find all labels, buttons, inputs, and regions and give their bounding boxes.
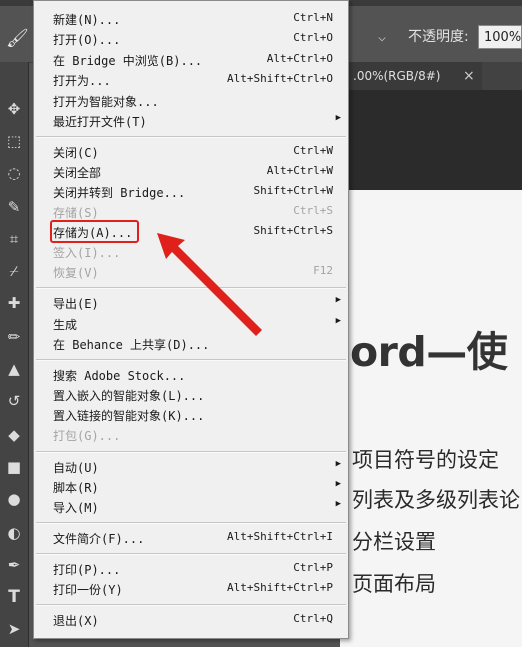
submenu-arrow-icon: ▶ xyxy=(335,499,341,509)
menu-item-generate[interactable]: 生成 ▶ xyxy=(53,314,343,334)
eraser-icon[interactable]: ◆ xyxy=(0,424,28,446)
menu-separator xyxy=(36,451,346,453)
healing-brush-icon[interactable]: ✚ xyxy=(0,292,28,314)
type-tool-icon[interactable]: T xyxy=(0,586,28,608)
menu-item-save[interactable]: 存储(S) Ctrl+S xyxy=(53,202,343,222)
submenu-arrow-icon: ▶ xyxy=(335,113,341,123)
file-menu: 新建(N)... Ctrl+N 打开(O)... Ctrl+O 在 Bridge 中… xyxy=(33,0,349,639)
menu-item-browse-bridge[interactable]: 在 Bridge 中浏览(B)... Alt+Ctrl+O xyxy=(53,50,343,70)
menu-item-revert[interactable]: 恢复(V) F12 xyxy=(53,262,343,282)
brush-tool-icon[interactable]: ✏ xyxy=(0,326,28,348)
menu-item-share-behance[interactable]: 在 Behance 上共享(D)... xyxy=(53,334,343,354)
document-line: 分栏设置 xyxy=(352,530,436,554)
menu-item-package[interactable]: 打包(G)... xyxy=(53,425,343,445)
tools-panel: ✥ ⬚ ◌ ✎ ⌗ ⌿ ✚ ✏ ▲ ↺ ◆ ■ ● ◐ ✒ T ➤ xyxy=(0,62,29,647)
gradient-icon[interactable]: ■ xyxy=(0,456,28,478)
submenu-arrow-icon: ▶ xyxy=(335,479,341,489)
crop-tool-icon[interactable]: ⌗ xyxy=(0,228,28,250)
menu-item-print-one[interactable]: 打印一份(Y) Alt+Shift+Ctrl+P xyxy=(53,579,343,599)
opacity-label: 不透明度: xyxy=(408,29,469,45)
eyedropper-icon[interactable]: ⌿ xyxy=(0,260,28,282)
menu-item-export[interactable]: 导出(E) ▶ xyxy=(53,293,343,313)
menu-separator xyxy=(36,553,346,555)
quick-select-icon[interactable]: ✎ xyxy=(0,196,28,218)
submenu-arrow-icon: ▶ xyxy=(335,459,341,469)
stamp-tool-icon[interactable]: ▲ xyxy=(0,358,28,380)
menu-item-close-go-bridge[interactable]: 关闭并转到 Bridge... Shift+Ctrl+W xyxy=(53,182,343,202)
submenu-arrow-icon: ▶ xyxy=(335,295,341,305)
move-tool-icon[interactable]: ✥ xyxy=(0,98,28,120)
chevron-down-icon[interactable]: ⌵ xyxy=(372,28,392,48)
document-heading: ord—使 xyxy=(350,328,508,376)
menu-item-check-in[interactable]: 签入(I)... xyxy=(53,242,343,262)
document-tab-bar: .00%(RGB/8#) × xyxy=(340,62,522,90)
pen-tool-icon[interactable]: ✒ xyxy=(0,554,28,576)
menu-item-scripts[interactable]: 脚本(R) ▶ xyxy=(53,477,343,497)
menu-item-file-info[interactable]: 文件简介(F)... Alt+Shift+Ctrl+I xyxy=(53,528,343,548)
close-icon[interactable]: × xyxy=(463,62,475,90)
menu-item-close[interactable]: 关闭(C) Ctrl+W xyxy=(53,142,343,162)
menu-separator xyxy=(36,359,346,361)
menu-item-save-as[interactable]: 存储为(A)... Shift+Ctrl+S xyxy=(53,222,343,242)
document-tab[interactable]: .00%(RGB/8#) × xyxy=(340,62,482,90)
dodge-icon[interactable]: ◐ xyxy=(0,522,28,544)
menu-separator xyxy=(36,136,346,138)
opacity-field[interactable]: 100% xyxy=(478,25,522,49)
path-select-icon[interactable]: ➤ xyxy=(0,618,28,640)
menu-item-recent-files[interactable]: 最近打开文件(T) ▶ xyxy=(53,111,343,131)
menu-item-close-all[interactable]: 关闭全部 Alt+Ctrl+W xyxy=(53,162,343,182)
menu-item-exit[interactable]: 退出(X) Ctrl+Q xyxy=(53,610,343,630)
document-line: 项目符号的设定 xyxy=(352,448,499,472)
submenu-arrow-icon: ▶ xyxy=(335,316,341,326)
document-line: 列表及多级列表论 xyxy=(352,488,520,512)
menu-item-open-as[interactable]: 打开为... Alt+Shift+Ctrl+O xyxy=(53,70,343,90)
menu-item-place-linked[interactable]: 置入链接的智能对象(K)... xyxy=(53,405,343,425)
menu-separator xyxy=(36,287,346,289)
brush-preset-icon[interactable]: 🖌 xyxy=(6,28,29,50)
menu-item-print[interactable]: 打印(P)... Ctrl+P xyxy=(53,559,343,579)
menu-separator xyxy=(36,604,346,606)
blur-icon[interactable]: ● xyxy=(0,488,28,510)
menu-item-import[interactable]: 导入(M) ▶ xyxy=(53,497,343,517)
marquee-tool-icon[interactable]: ⬚ xyxy=(0,130,28,152)
document-line: 页面布局 xyxy=(352,572,436,596)
lasso-tool-icon[interactable]: ◌ xyxy=(0,162,28,184)
menu-item-search-stock[interactable]: 搜索 Adobe Stock... xyxy=(53,365,343,385)
menu-item-open-smart-object[interactable]: 打开为智能对象... xyxy=(53,91,343,111)
history-brush-icon[interactable]: ↺ xyxy=(0,390,28,412)
menu-item-automate[interactable]: 自动(U) ▶ xyxy=(53,457,343,477)
menu-separator xyxy=(36,522,346,524)
menu-item-place-embedded[interactable]: 置入嵌入的智能对象(L)... xyxy=(53,385,343,405)
document-tab-title: .00%(RGB/8#) xyxy=(353,69,441,83)
menu-item-open[interactable]: 打开(O)... Ctrl+O xyxy=(53,29,343,49)
menu-item-new[interactable]: 新建(N)... Ctrl+N xyxy=(53,9,343,29)
